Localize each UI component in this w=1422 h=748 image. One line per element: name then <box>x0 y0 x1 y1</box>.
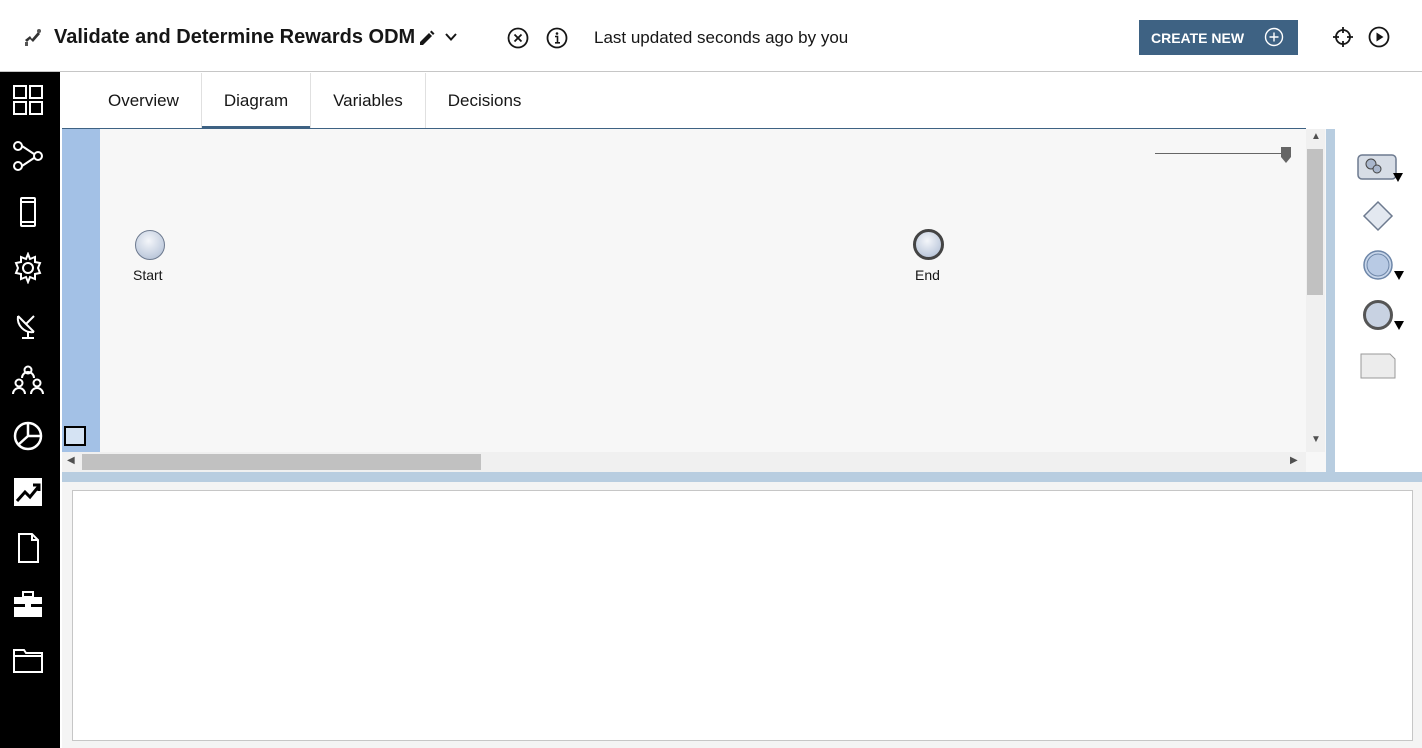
document-icon[interactable] <box>10 530 46 566</box>
end-event-icon[interactable] <box>1362 299 1406 335</box>
tab-decisions[interactable]: Decisions <box>426 73 544 128</box>
swimlane-header[interactable] <box>62 129 100 452</box>
create-new-button[interactable]: CREATE NEW <box>1139 20 1298 55</box>
settings-icon[interactable] <box>10 250 46 286</box>
properties-panel <box>72 490 1413 741</box>
scroll-right-arrow-icon[interactable]: ▶ <box>1290 455 1298 466</box>
header-bar: Validate and Determine Rewards ODM Last … <box>0 0 1422 72</box>
zoom-slider-track[interactable] <box>1155 153 1287 154</box>
scroll-left-arrow-icon[interactable]: ◀ <box>67 455 75 466</box>
tab-diagram[interactable]: Diagram <box>201 73 312 129</box>
horizontal-scrollbar[interactable]: ◀ ▶ <box>62 452 1306 472</box>
process-app-icon <box>25 29 41 46</box>
vertical-scrollbar[interactable]: ▲ ▼ <box>1306 129 1325 452</box>
team-icon[interactable] <box>10 362 46 398</box>
dashboard-icon[interactable] <box>10 82 46 118</box>
activity-gear-icon[interactable] <box>1357 153 1407 185</box>
panel-splitter[interactable] <box>62 472 1422 482</box>
tab-bar: Overview Diagram Variables Decisions <box>86 73 543 129</box>
pie-chart-icon[interactable] <box>10 418 46 454</box>
scroll-down-arrow-icon[interactable]: ▼ <box>1311 434 1321 445</box>
palette-divider <box>1326 129 1335 472</box>
folder-icon[interactable] <box>10 642 46 678</box>
satellite-dish-icon[interactable] <box>10 306 46 342</box>
tab-variables[interactable]: Variables <box>311 73 426 128</box>
horizontal-scroll-thumb[interactable] <box>82 454 481 470</box>
last-updated-status: Last updated seconds ago by you <box>594 28 849 47</box>
vertical-scroll-thumb[interactable] <box>1307 149 1323 295</box>
swimlane-label[interactable] <box>64 426 86 446</box>
start-event-label: Start <box>133 267 163 283</box>
crosshair-icon[interactable] <box>1332 26 1354 48</box>
end-event[interactable] <box>913 229 944 260</box>
info-circle-icon[interactable] <box>546 27 568 49</box>
scroll-up-arrow-icon[interactable]: ▲ <box>1311 131 1321 142</box>
trend-chart-icon[interactable] <box>10 474 46 510</box>
create-new-label: CREATE NEW <box>1151 29 1245 46</box>
zoom-slider-handle[interactable] <box>1280 146 1292 164</box>
mobile-icon[interactable] <box>10 194 46 230</box>
intermediate-event-icon[interactable] <box>1362 249 1406 285</box>
start-event[interactable] <box>135 230 165 260</box>
note-icon[interactable] <box>1360 353 1396 379</box>
element-palette <box>1335 129 1422 472</box>
play-circle-icon[interactable] <box>1368 26 1390 48</box>
diagram-canvas[interactable]: Start End ▲ ▼ ◀ ▶ <box>62 129 1326 472</box>
toolbox-icon[interactable] <box>10 586 46 622</box>
page-title: Validate and Determine Rewards ODM <box>54 26 416 48</box>
chevron-down-icon[interactable] <box>443 29 459 45</box>
left-navigation <box>0 72 60 748</box>
pencil-icon[interactable] <box>417 28 435 46</box>
close-circle-icon[interactable] <box>507 27 529 49</box>
end-event-label: End <box>915 267 940 283</box>
plus-circle-icon <box>1264 27 1284 47</box>
tab-overview[interactable]: Overview <box>86 73 202 128</box>
gateway-diamond-icon[interactable] <box>1362 200 1394 232</box>
process-icon[interactable] <box>10 138 46 174</box>
